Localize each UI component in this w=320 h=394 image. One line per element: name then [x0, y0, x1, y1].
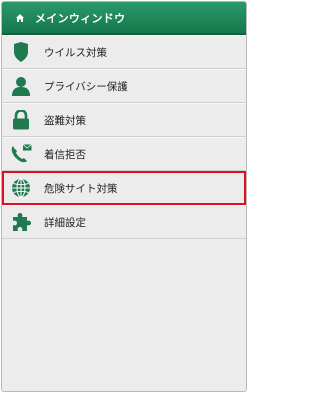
lock-icon: [10, 109, 32, 131]
menu-item-anti-theft[interactable]: 盗難対策: [2, 103, 246, 137]
puzzle-icon: [10, 211, 32, 233]
menu-item-label: 盗難対策: [44, 114, 86, 127]
menu-item-call-blocking[interactable]: 着信拒否: [2, 137, 246, 171]
menu-item-privacy[interactable]: プライバシー保護: [2, 69, 246, 103]
menu-item-label: ウイルス対策: [44, 46, 107, 59]
page-title: メインウィンドウ: [35, 11, 126, 25]
menu-item-dangerous-sites[interactable]: 危険サイト対策: [2, 171, 246, 205]
menu-item-virus-protection[interactable]: ウイルス対策: [2, 35, 246, 69]
menu-item-label: 着信拒否: [44, 148, 86, 161]
title-bar: メインウィンドウ: [2, 2, 246, 35]
menu-item-label: 危険サイト対策: [44, 182, 118, 195]
menu-item-advanced-settings[interactable]: 詳細設定: [2, 205, 246, 239]
person-icon: [10, 75, 32, 97]
shield-icon: [10, 41, 32, 63]
app-window: メインウィンドウ ウイルス対策 プライバシー保護 盗難対策 着信拒否 危険サイト…: [1, 1, 247, 392]
main-menu: ウイルス対策 プライバシー保護 盗難対策 着信拒否 危険サイト対策 詳細設定: [2, 35, 246, 239]
menu-item-label: 詳細設定: [44, 216, 86, 229]
globe-icon: [10, 177, 32, 199]
home-icon[interactable]: [16, 13, 24, 22]
phone-mail-icon: [10, 143, 32, 165]
menu-item-label: プライバシー保護: [44, 80, 128, 93]
